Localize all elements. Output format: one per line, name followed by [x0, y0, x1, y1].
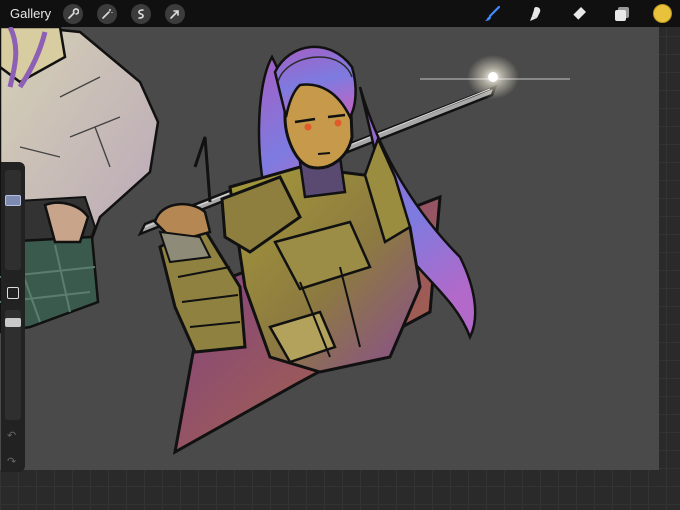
actions-button[interactable]: [63, 3, 84, 24]
eraser-icon: [572, 6, 586, 20]
layers-icon: [615, 6, 629, 21]
brush-icon: [485, 5, 501, 21]
brush-opacity-slider[interactable]: [5, 310, 21, 420]
selection-icon: [138, 8, 144, 19]
transform-arrow-icon: [170, 9, 179, 19]
artwork-illustration: [0, 27, 570, 455]
eraser-button[interactable]: [566, 1, 592, 27]
right-tool-group: [463, 0, 680, 27]
brush-size-thumb[interactable]: [5, 195, 21, 206]
redo-button[interactable]: ↷: [7, 455, 16, 468]
transform-button[interactable]: [165, 3, 186, 24]
brush-size-slider[interactable]: [5, 170, 21, 270]
magic-wand-icon: [102, 8, 113, 19]
smudge-icon: [530, 6, 541, 21]
modify-button[interactable]: [7, 287, 19, 299]
adjustments-button[interactable]: [97, 3, 118, 24]
color-picker-button[interactable]: [653, 4, 672, 23]
drawing-canvas[interactable]: [0, 27, 659, 470]
gallery-button[interactable]: Gallery: [10, 6, 51, 21]
left-sidebar: ↶ ↷: [1, 162, 25, 472]
brush-button[interactable]: [480, 1, 506, 27]
selection-button[interactable]: [131, 3, 152, 24]
layers-button[interactable]: [609, 1, 635, 27]
undo-button[interactable]: ↶: [7, 429, 16, 442]
smudge-button[interactable]: [523, 1, 549, 27]
top-toolbar: Gallery: [0, 0, 680, 27]
wrench-icon: [68, 7, 80, 19]
opacity-thumb[interactable]: [5, 318, 21, 327]
